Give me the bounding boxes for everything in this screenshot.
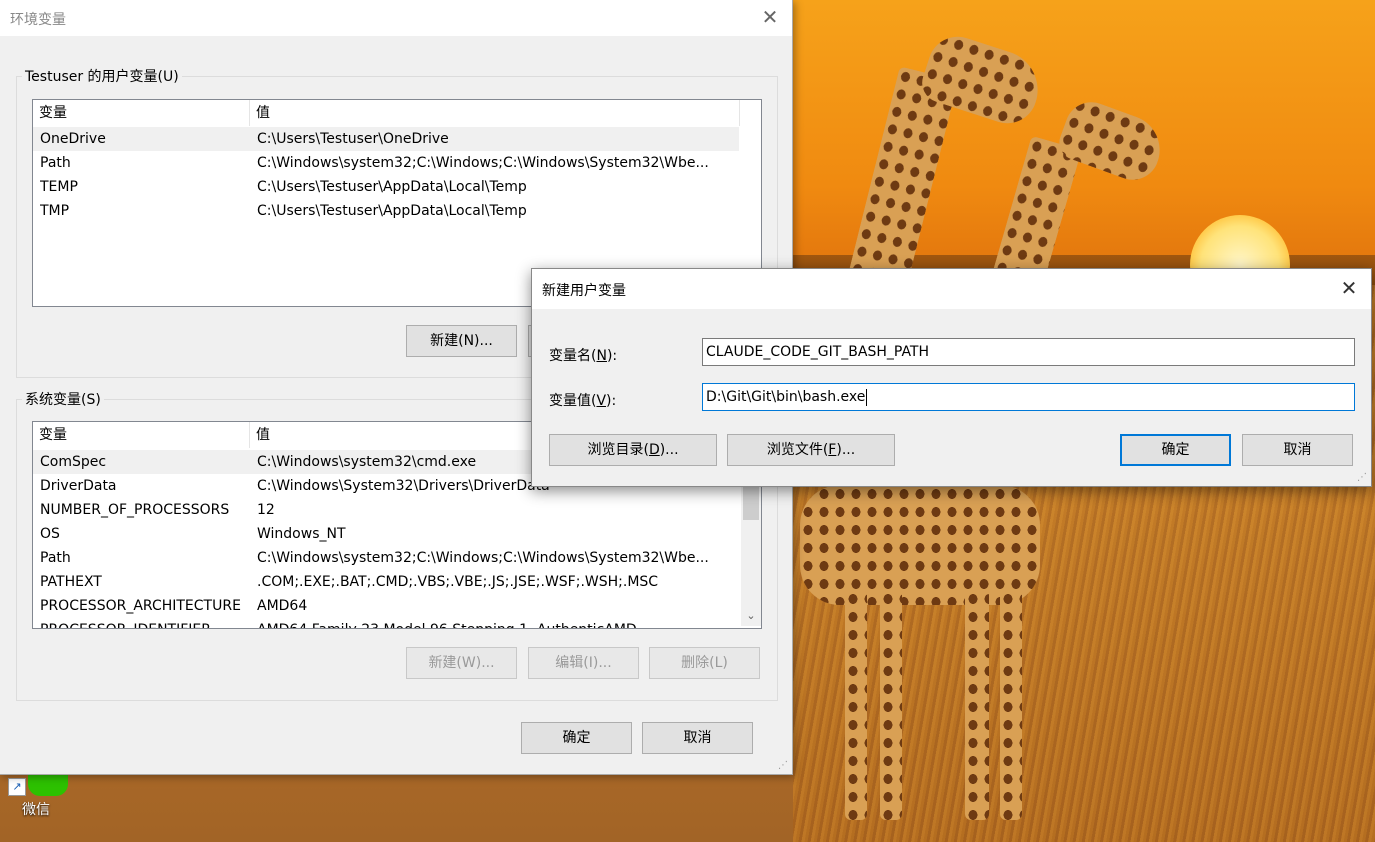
- chevron-down-icon[interactable]: ⌄: [741, 606, 761, 626]
- variable-value-field[interactable]: D:\Git\Git\bin\bash.exe: [702, 383, 1355, 411]
- var-value: AMD64: [257, 598, 308, 614]
- var-value: C:\Users\Testuser\AppData\Local\Temp: [257, 179, 527, 195]
- cancel-button[interactable]: 取消: [642, 722, 753, 754]
- table-row[interactable]: TMP C:\Users\Testuser\AppData\Local\Temp: [33, 199, 739, 223]
- browse-directory-button[interactable]: 浏览目录(D)...: [549, 434, 717, 466]
- var-value: 12: [257, 502, 275, 518]
- var-name: Path: [40, 155, 71, 171]
- var-name: Path: [40, 550, 71, 566]
- var-name: DriverData: [40, 478, 117, 494]
- user-new-button[interactable]: 新建(N)...: [406, 325, 517, 357]
- table-row[interactable]: PROCESSOR_ARCHITECTURE AMD64: [33, 594, 739, 618]
- table-row[interactable]: OneDrive C:\Users\Testuser\OneDrive: [33, 127, 739, 151]
- ok-button[interactable]: 确定: [521, 722, 632, 754]
- var-name: PROCESSOR_IDENTIFIER: [40, 618, 250, 628]
- desktop-icon-label[interactable]: 微信: [22, 799, 50, 819]
- shortcut-arrow-icon: ↗: [8, 778, 26, 796]
- table-row[interactable]: PROCESSOR_IDENTIFIER AMD64 Family 23 Mod…: [33, 618, 739, 628]
- var-name: PROCESSOR_ARCHITECTURE: [40, 598, 241, 614]
- var-value: Windows_NT: [257, 526, 346, 542]
- giraffe-leg-4: [1000, 590, 1022, 820]
- var-name: PATHEXT: [40, 574, 102, 590]
- table-row[interactable]: TEMP C:\Users\Testuser\AppData\Local\Tem…: [33, 175, 739, 199]
- system-vars-group-label: 系统变量(S): [22, 389, 104, 409]
- dialog-ok-button[interactable]: 确定: [1120, 434, 1231, 466]
- text-caret: [866, 388, 868, 406]
- var-name: TEMP: [40, 179, 78, 195]
- var-name: NUMBER_OF_PROCESSORS: [40, 502, 230, 518]
- table-row[interactable]: Path C:\Windows\system32;C:\Windows;C:\W…: [33, 151, 739, 175]
- resize-grip-icon[interactable]: ⋰: [778, 760, 790, 772]
- giraffe-leg-1: [845, 590, 867, 820]
- table-row[interactable]: Path C:\Windows\system32;C:\Windows;C:\W…: [33, 546, 739, 570]
- variable-name-label: 变量名(N):: [549, 348, 618, 364]
- system-delete-button[interactable]: 删除(L): [649, 647, 760, 679]
- var-name: TMP: [40, 203, 70, 219]
- var-value: C:\Windows\system32;C:\Windows;C:\Window…: [257, 155, 709, 171]
- close-icon[interactable]: ✕: [758, 6, 782, 30]
- column-header-value[interactable]: 值: [250, 100, 740, 126]
- dialog-cancel-button[interactable]: 取消: [1242, 434, 1353, 466]
- giraffe-leg-3: [965, 590, 989, 820]
- variable-name-field[interactable]: CLAUDE_CODE_GIT_BASH_PATH: [702, 338, 1355, 366]
- dialog-title: 新建用户变量: [542, 283, 626, 299]
- var-value: C:\Users\Testuser\AppData\Local\Temp: [257, 203, 527, 219]
- list-header: 变量 值: [33, 100, 761, 126]
- var-value: AMD64 Family 23 Model 96 Stepping 1, Aut…: [257, 618, 735, 628]
- resize-grip-icon[interactable]: ⋰: [1357, 472, 1369, 484]
- var-name: OS: [40, 526, 60, 542]
- table-row[interactable]: OS Windows_NT: [33, 522, 739, 546]
- var-name: OneDrive: [40, 131, 106, 147]
- window-titlebar[interactable]: 环境变量 ✕: [0, 0, 792, 36]
- var-value: C:\Users\Testuser\OneDrive: [257, 131, 449, 147]
- var-value: .COM;.EXE;.BAT;.CMD;.VBS;.VBE;.JS;.JSE;.…: [257, 574, 659, 590]
- browse-file-button[interactable]: 浏览文件(F)...: [727, 434, 895, 466]
- giraffe-leg-2: [880, 590, 902, 820]
- new-user-variable-dialog: 新建用户变量 ✕ 变量名(N): CLAUDE_CODE_GIT_BASH_PA…: [531, 268, 1372, 487]
- giraffe-body: [800, 485, 1040, 605]
- variable-value-label: 变量值(V):: [549, 393, 617, 409]
- system-edit-button[interactable]: 编辑(I)...: [528, 647, 639, 679]
- column-header-name[interactable]: 变量: [33, 422, 250, 448]
- system-new-button[interactable]: 新建(W)...: [406, 647, 517, 679]
- close-icon[interactable]: ✕: [1337, 277, 1361, 301]
- wechat-icon[interactable]: [28, 772, 68, 796]
- table-row[interactable]: PATHEXT .COM;.EXE;.BAT;.CMD;.VBS;.VBE;.J…: [33, 570, 739, 594]
- column-header-name[interactable]: 变量: [33, 100, 250, 126]
- user-vars-group-label: Testuser 的用户变量(U): [22, 66, 182, 86]
- var-name: ComSpec: [40, 454, 107, 470]
- scrollbar-thumb[interactable]: [743, 486, 759, 520]
- table-row[interactable]: NUMBER_OF_PROCESSORS 12: [33, 498, 739, 522]
- var-value: C:\Windows\system32;C:\Windows;C:\Window…: [257, 550, 709, 566]
- window-title: 环境变量: [10, 12, 66, 28]
- dialog-titlebar[interactable]: 新建用户变量 ✕: [532, 269, 1371, 309]
